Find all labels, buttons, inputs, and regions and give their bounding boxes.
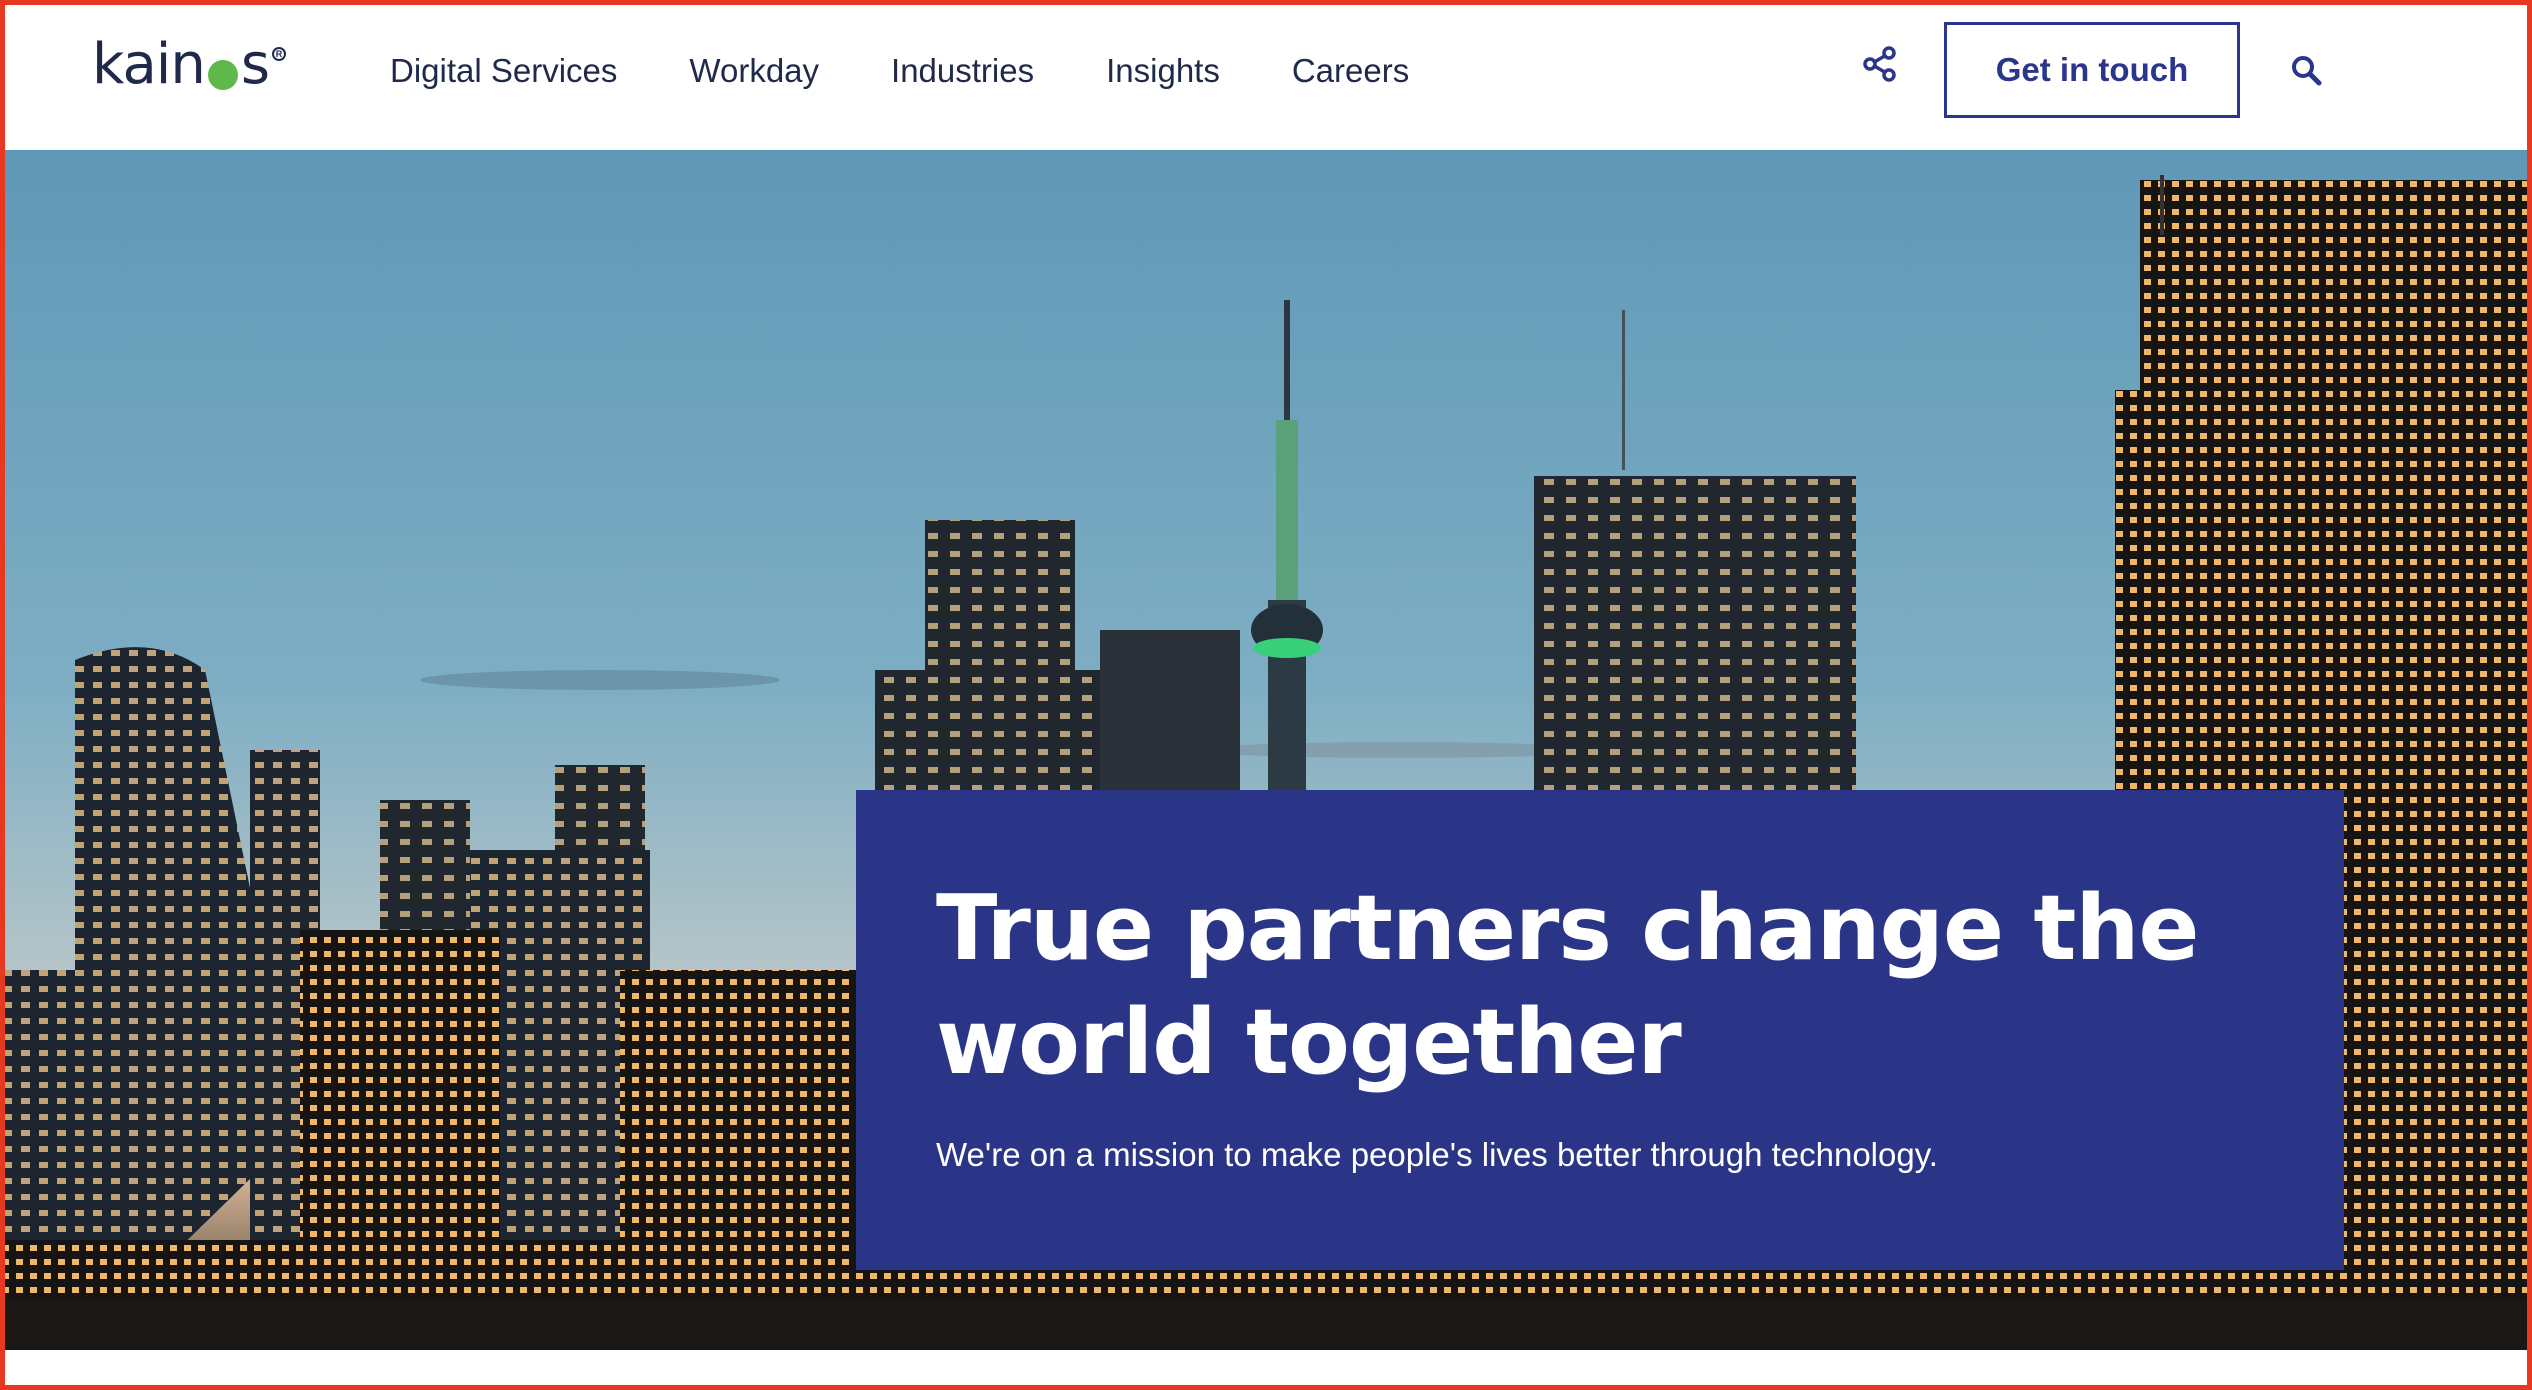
hero-card: True partners change the world together … (856, 790, 2344, 1270)
hero-section: True partners change the world together … (0, 150, 2532, 1350)
nav-item-digital-services[interactable]: Digital Services (390, 54, 617, 87)
logo-wordmark: kain s (92, 32, 270, 97)
nav-item-workday[interactable]: Workday (689, 54, 819, 87)
share-button[interactable] (1858, 42, 1902, 86)
nav-item-industries[interactable]: Industries (891, 54, 1034, 87)
nav-item-insights[interactable]: Insights (1106, 54, 1220, 87)
kainos-logo[interactable]: kain s R (92, 30, 302, 100)
search-button[interactable] (2286, 50, 2326, 90)
registered-mark-icon: R (272, 47, 286, 61)
hero-title: True partners change the world together (936, 876, 2199, 1095)
main-nav: Digital Services Workday Industries Insi… (390, 40, 1409, 100)
share-icon (1863, 46, 1896, 82)
logo-green-dot (207, 59, 238, 90)
site-header: kain s R Digital Services Workday Industr… (0, 0, 2532, 150)
page-below-hero (0, 1350, 2532, 1390)
search-icon (2292, 56, 2322, 86)
nav-item-careers[interactable]: Careers (1292, 54, 1409, 87)
get-in-touch-button[interactable]: Get in touch (1944, 22, 2240, 118)
hero-subtitle: We're on a mission to make people's live… (936, 1136, 1938, 1173)
